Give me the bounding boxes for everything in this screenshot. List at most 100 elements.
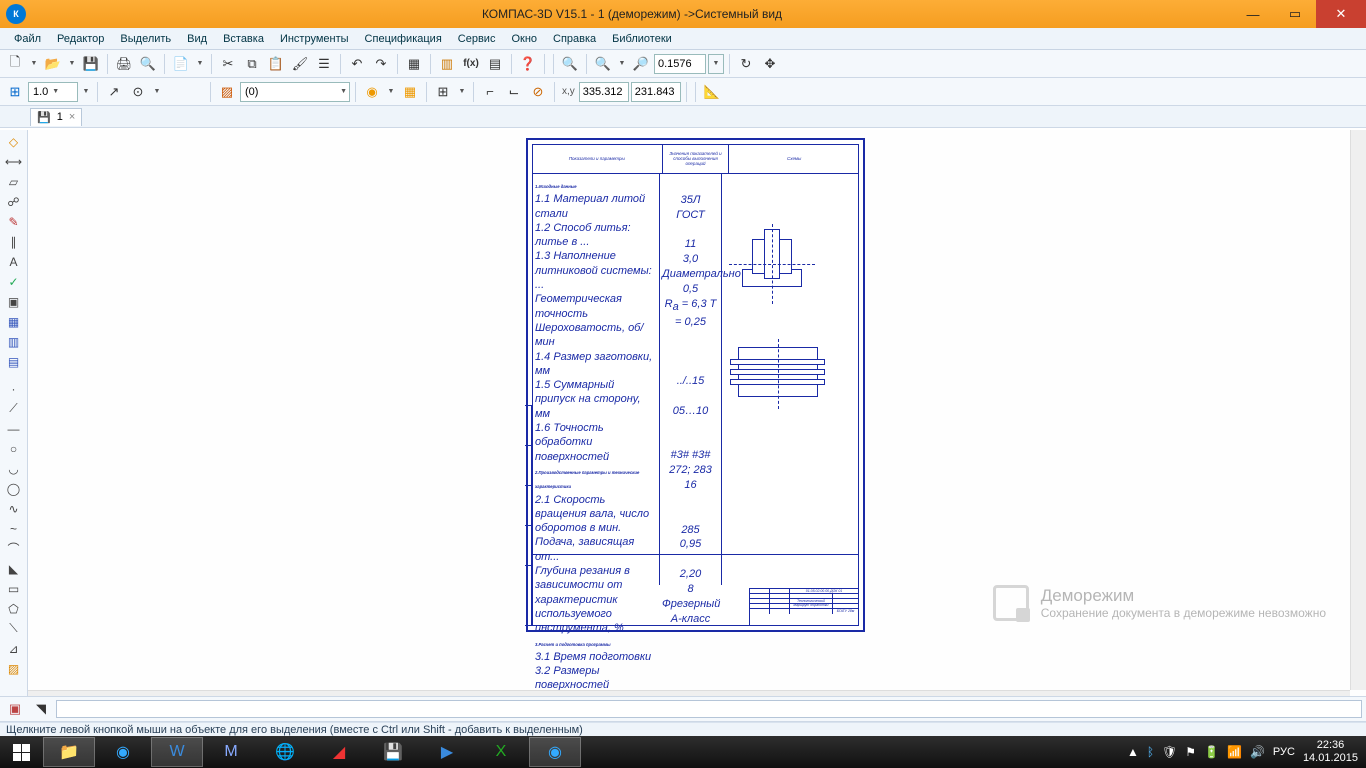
task-excel[interactable]: X: [475, 737, 527, 767]
tool-hatch2[interactable]: ▨: [3, 659, 25, 678]
lib-manager-button[interactable]: ▦: [403, 53, 425, 75]
round-button[interactable]: ⊘: [527, 81, 549, 103]
tray-clock[interactable]: 22:36 14.01.2015: [1303, 739, 1358, 764]
tray-bt-icon[interactable]: ᛒ: [1147, 745, 1154, 759]
tray-battery-icon[interactable]: 🔋: [1204, 745, 1219, 759]
zoom-fit-dropdown[interactable]: ▼: [616, 60, 628, 67]
tool-line[interactable]: ⟋: [3, 399, 25, 418]
tray-ic2[interactable]: ⚑: [1185, 745, 1196, 759]
cmd-btn2[interactable]: ◥: [30, 698, 52, 720]
tray-shield-icon[interactable]: 🛡: [1162, 745, 1177, 759]
menu-view[interactable]: Вид: [179, 31, 215, 47]
perpend-button[interactable]: ⌙: [503, 81, 525, 103]
tool-param[interactable]: ∥: [3, 232, 25, 251]
preview-dropdown[interactable]: ▼: [194, 60, 206, 67]
tool-denote2[interactable]: ☍: [3, 192, 25, 211]
zoom-input[interactable]: [654, 54, 706, 74]
grid-button[interactable]: ⊞: [432, 81, 454, 103]
format-painter-button[interactable]: 🖌: [289, 53, 311, 75]
tool-select[interactable]: ▣: [3, 292, 25, 311]
doctab-1[interactable]: 💾 1 ×: [30, 108, 82, 126]
tool-measure[interactable]: ✓: [3, 272, 25, 291]
preview-button[interactable]: 📄: [170, 53, 192, 75]
new-dropdown[interactable]: ▼: [28, 60, 40, 67]
cut-button[interactable]: ✂: [217, 53, 239, 75]
print-button[interactable]: 🖨: [113, 53, 135, 75]
open-button[interactable]: 📂: [42, 53, 64, 75]
scrollbar-vertical[interactable]: [1350, 130, 1366, 690]
canvas[interactable]: Показатели и параметры Значения показа­т…: [28, 130, 1366, 706]
layers-button[interactable]: ▤: [484, 53, 506, 75]
line-width-combo[interactable]: 1.0▼: [28, 82, 78, 102]
coord-y-input[interactable]: [631, 82, 681, 102]
task-chrome[interactable]: 🌐: [259, 737, 311, 767]
command-input[interactable]: [56, 700, 1362, 718]
task-m[interactable]: M: [205, 737, 257, 767]
maximize-button[interactable]: ▭: [1274, 0, 1316, 28]
tool-c2[interactable]: ⊿: [3, 639, 25, 658]
tool-rectangle[interactable]: ▭: [3, 579, 25, 598]
task-explorer[interactable]: 📁: [43, 737, 95, 767]
tool-report[interactable]: ▥: [3, 332, 25, 351]
task-word[interactable]: W: [151, 737, 203, 767]
task-kompas[interactable]: ◉: [97, 737, 149, 767]
help-pointer-button[interactable]: ❓: [517, 53, 539, 75]
tool-segment[interactable]: —: [3, 419, 25, 438]
menu-window[interactable]: Окно: [503, 31, 545, 47]
arrow-button[interactable]: ↗: [103, 81, 125, 103]
start-button[interactable]: [0, 736, 42, 768]
menu-editor[interactable]: Редактор: [49, 31, 112, 47]
zoom-dropdown[interactable]: ▼: [708, 54, 724, 74]
open-dropdown[interactable]: ▼: [66, 60, 78, 67]
zoom-window-button[interactable]: 🔍: [559, 53, 581, 75]
menu-help[interactable]: Справка: [545, 31, 604, 47]
tool-geometry[interactable]: ◇: [3, 132, 25, 151]
menu-file[interactable]: Файл: [6, 31, 49, 47]
print-preview-button[interactable]: 🔍: [137, 53, 159, 75]
copy-button[interactable]: ⧉: [241, 53, 263, 75]
layer-combo[interactable]: (0)▼: [240, 82, 350, 102]
tool-dimensions[interactable]: ⟷: [3, 152, 25, 171]
task-red[interactable]: ◢: [313, 737, 365, 767]
save-button[interactable]: 💾: [80, 53, 102, 75]
fx-button[interactable]: f(x): [460, 53, 482, 75]
close-button[interactable]: ✕: [1316, 0, 1366, 28]
tool-spec[interactable]: ▦: [3, 312, 25, 331]
minimize-button[interactable]: —: [1232, 0, 1274, 28]
tool-denote[interactable]: ▱: [3, 172, 25, 191]
measure-button[interactable]: 📐: [701, 81, 723, 103]
refresh-button[interactable]: ↻: [735, 53, 757, 75]
color-dropdown[interactable]: ▼: [385, 88, 397, 95]
tool-ellipse[interactable]: ◯: [3, 479, 25, 498]
menu-service[interactable]: Сервис: [450, 31, 504, 47]
grid-dropdown[interactable]: ▼: [456, 88, 468, 95]
snap-button[interactable]: ⊞: [4, 81, 26, 103]
tool-text[interactable]: A: [3, 252, 25, 271]
menu-tools[interactable]: Инструменты: [272, 31, 357, 47]
undo-button[interactable]: ↶: [346, 53, 368, 75]
new-button[interactable]: 🗋: [4, 53, 26, 75]
coord-x-input[interactable]: [579, 82, 629, 102]
task-play[interactable]: ▶: [421, 737, 473, 767]
task-kompas2[interactable]: ◉: [529, 737, 581, 767]
paste-button[interactable]: 📋: [265, 53, 287, 75]
doctab-close[interactable]: ×: [69, 111, 75, 123]
zoom-fit-button[interactable]: 🔍: [592, 53, 614, 75]
tray-sound-icon[interactable]: 🔊: [1250, 745, 1265, 759]
tool-circle[interactable]: ○: [3, 439, 25, 458]
origin-dropdown[interactable]: ▼: [151, 88, 163, 95]
tool-chamfer[interactable]: ◣: [3, 559, 25, 578]
ortho-button[interactable]: ⌐: [479, 81, 501, 103]
line-style-dropdown[interactable]: ▼: [80, 88, 92, 95]
menu-libs[interactable]: Библиотеки: [604, 31, 680, 47]
menu-insert[interactable]: Вставка: [215, 31, 272, 47]
tool-fillet[interactable]: ⌒: [3, 539, 25, 558]
variables-button[interactable]: ▥: [436, 53, 458, 75]
tool-edit[interactable]: ✎: [3, 212, 25, 231]
tool-c1[interactable]: ⟍: [3, 619, 25, 638]
properties-button[interactable]: ☰: [313, 53, 335, 75]
origin-button[interactable]: ⊙: [127, 81, 149, 103]
tool-spline[interactable]: ∿: [3, 499, 25, 518]
layers-button2[interactable]: ▦: [399, 81, 421, 103]
redo-button[interactable]: ↷: [370, 53, 392, 75]
